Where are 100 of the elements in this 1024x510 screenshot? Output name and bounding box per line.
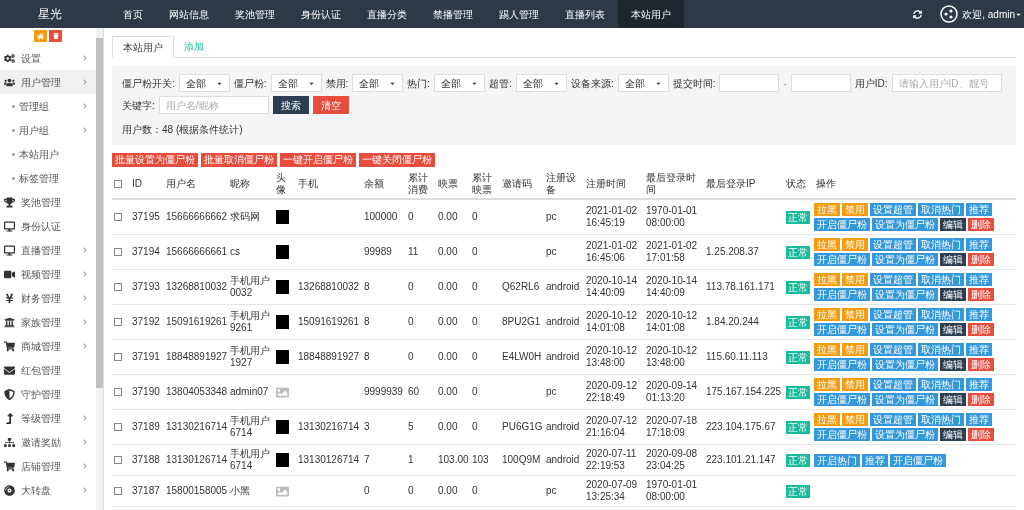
action-button[interactable]: 禁用 xyxy=(842,308,868,321)
row-checkbox[interactable] xyxy=(114,456,122,464)
bulk-action-button[interactable]: 批量设置为僵尸粉 xyxy=(112,153,198,167)
sidebar-item[interactable]: 奖池管理 xyxy=(0,190,96,214)
user-menu[interactable]: 欢迎, admin xyxy=(962,6,1024,22)
action-button[interactable]: 删除 xyxy=(968,218,994,231)
delete-button[interactable] xyxy=(49,30,62,42)
action-button[interactable]: 推荐 xyxy=(966,238,992,251)
row-checkbox[interactable] xyxy=(114,423,122,431)
sidebar-item[interactable]: 红包管理 xyxy=(0,358,96,382)
action-button[interactable]: 拉黑 xyxy=(814,308,840,321)
action-button[interactable]: 设置超管 xyxy=(870,378,916,391)
action-button[interactable]: 推荐 xyxy=(966,308,992,321)
action-button[interactable]: 取消热门 xyxy=(918,413,964,426)
nav-tab[interactable]: 本站用户 xyxy=(618,0,684,28)
select-all-checkbox[interactable] xyxy=(114,179,122,188)
action-button[interactable]: 删除 xyxy=(968,393,994,406)
sidebar-item[interactable]: 身份认证 xyxy=(0,214,96,238)
action-button[interactable]: 设置为僵尸粉 xyxy=(872,393,938,406)
select-field[interactable]: 全部 xyxy=(178,74,230,92)
scrollbar[interactable] xyxy=(96,28,103,510)
text-field[interactable]: 用户名/昵称 xyxy=(158,96,269,114)
action-button[interactable]: 设置超管 xyxy=(870,238,916,251)
bulk-action-button[interactable]: 一键关闭僵尸粉 xyxy=(359,153,435,167)
row-checkbox[interactable] xyxy=(114,353,122,361)
sidebar-item[interactable]: 本站用户 xyxy=(0,142,96,166)
action-button[interactable]: 设置为僵尸粉 xyxy=(872,323,938,336)
search-button[interactable]: 搜索 xyxy=(272,96,309,114)
select-field[interactable]: 全部 xyxy=(270,74,322,92)
action-button[interactable]: 拉黑 xyxy=(814,273,840,286)
action-button[interactable]: 开启热门 xyxy=(814,453,860,467)
sidebar-item[interactable]: 守护管理 xyxy=(0,382,96,406)
action-button[interactable]: 编辑 xyxy=(940,358,966,371)
action-button[interactable]: 编辑 xyxy=(940,428,966,441)
row-checkbox[interactable] xyxy=(114,248,122,256)
action-button[interactable]: 删除 xyxy=(968,288,994,301)
home-button[interactable] xyxy=(34,30,47,42)
action-button[interactable]: 推荐 xyxy=(862,453,888,467)
sidebar-item[interactable]: 用户管理 xyxy=(0,70,96,94)
action-button[interactable]: 取消热门 xyxy=(918,238,964,251)
sidebar-item[interactable]: 商城管理 xyxy=(0,334,96,358)
sidebar-item[interactable]: 标签管理 xyxy=(0,166,96,190)
nav-tab[interactable]: 踢人管理 xyxy=(486,0,552,28)
action-button[interactable]: 编辑 xyxy=(940,393,966,406)
sidebar-item[interactable]: 财务管理 xyxy=(0,286,96,310)
nav-tab[interactable]: 直播列表 xyxy=(552,0,618,28)
action-button[interactable]: 拉黑 xyxy=(814,203,840,216)
action-button[interactable]: 设置为僵尸粉 xyxy=(872,218,938,231)
action-button[interactable]: 开启僵尸粉 xyxy=(814,253,870,266)
action-button[interactable]: 编辑 xyxy=(940,218,966,231)
date-field[interactable] xyxy=(790,74,851,92)
action-button[interactable]: 取消热门 xyxy=(918,308,964,321)
action-button[interactable]: 开启僵尸粉 xyxy=(814,218,870,231)
action-button[interactable]: 设置为僵尸粉 xyxy=(872,358,938,371)
select-field[interactable]: 全部 xyxy=(515,74,567,92)
bulk-action-button[interactable]: 批量取消僵尸粉 xyxy=(201,153,277,167)
sidebar-item[interactable]: 管理组 xyxy=(0,94,96,118)
action-button[interactable]: 开启僵尸粉 xyxy=(814,428,870,441)
sidebar-item[interactable]: 等级管理 xyxy=(0,406,96,430)
action-button[interactable]: 编辑 xyxy=(940,288,966,301)
action-button[interactable]: 删除 xyxy=(968,358,994,371)
refresh-icon[interactable] xyxy=(913,9,923,19)
action-button[interactable]: 删除 xyxy=(968,428,994,441)
sidebar-item[interactable]: 视频管理 xyxy=(0,262,96,286)
text-field[interactable]: 请输入用户ID、靓号 xyxy=(891,74,1002,92)
action-button[interactable]: 禁用 xyxy=(842,378,868,391)
row-checkbox[interactable] xyxy=(114,283,122,291)
action-button[interactable]: 删除 xyxy=(968,253,994,266)
row-checkbox[interactable] xyxy=(114,487,122,495)
action-button[interactable]: 设置为僵尸粉 xyxy=(872,253,938,266)
action-button[interactable]: 禁用 xyxy=(842,238,868,251)
clear-button[interactable]: 清空 xyxy=(312,96,349,114)
nav-tab[interactable]: 网站信息 xyxy=(156,0,222,28)
action-button[interactable]: 开启僵尸粉 xyxy=(890,453,946,467)
action-button[interactable]: 拉黑 xyxy=(814,238,840,251)
select-field[interactable]: 全部 xyxy=(434,74,486,92)
sidebar-item[interactable]: 大转盘 xyxy=(0,478,96,502)
action-button[interactable]: 推荐 xyxy=(966,273,992,286)
sidebar-item[interactable]: 家族管理 xyxy=(0,310,96,334)
action-button[interactable]: 设置超管 xyxy=(870,308,916,321)
action-button[interactable]: 删除 xyxy=(968,323,994,336)
action-button[interactable]: 取消热门 xyxy=(918,203,964,216)
action-button[interactable]: 推荐 xyxy=(966,378,992,391)
action-button[interactable]: 取消热门 xyxy=(918,378,964,391)
action-button[interactable]: 禁用 xyxy=(842,343,868,356)
nav-tab[interactable]: 直播分类 xyxy=(354,0,420,28)
action-button[interactable]: 推荐 xyxy=(966,413,992,426)
action-button[interactable]: 设置为僵尸粉 xyxy=(872,428,938,441)
nav-tab[interactable]: 身份认证 xyxy=(288,0,354,28)
row-checkbox[interactable] xyxy=(114,213,122,221)
sidebar-item[interactable]: 邀请奖励 xyxy=(0,430,96,454)
action-button[interactable]: 禁用 xyxy=(842,413,868,426)
tab[interactable]: 添加 xyxy=(174,36,214,57)
date-field[interactable] xyxy=(719,74,780,92)
action-button[interactable]: 推荐 xyxy=(966,343,992,356)
action-button[interactable]: 设置超管 xyxy=(870,203,916,216)
action-button[interactable]: 拉黑 xyxy=(814,378,840,391)
action-button[interactable]: 开启僵尸粉 xyxy=(814,393,870,406)
action-button[interactable]: 拉黑 xyxy=(814,343,840,356)
action-button[interactable]: 编辑 xyxy=(940,323,966,336)
